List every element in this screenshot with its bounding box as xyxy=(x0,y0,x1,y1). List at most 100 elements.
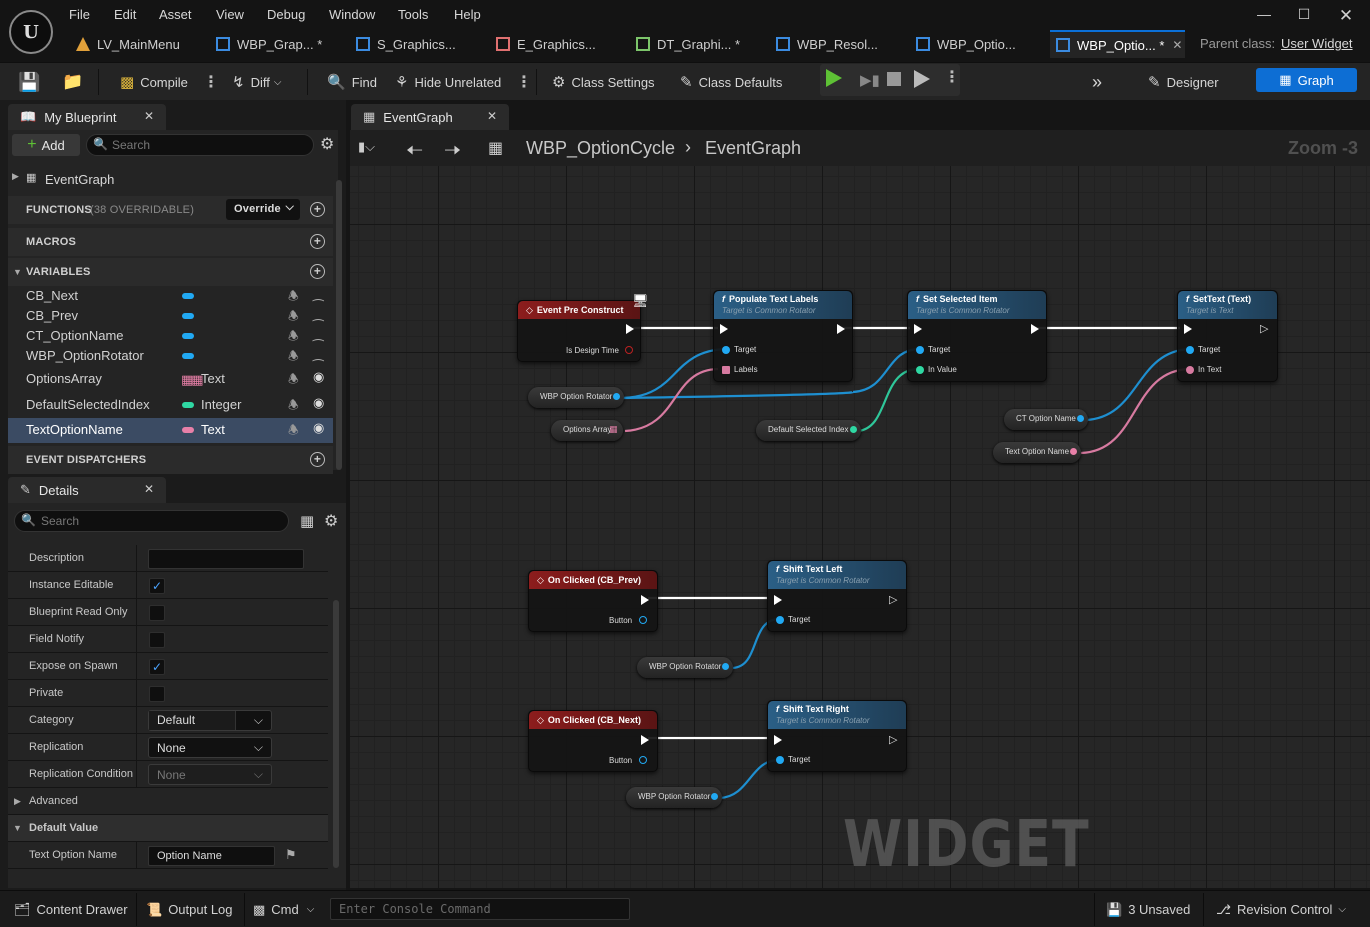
graph-mode-button[interactable]: ▦ Graph xyxy=(1256,68,1357,92)
eye-closed-icon[interactable]: ⁔ xyxy=(313,306,323,322)
bell-icon[interactable]: 🕭 xyxy=(288,421,299,442)
exec-out-pin[interactable]: ▷ xyxy=(889,593,897,606)
variables-section[interactable]: ▼ VARIABLES + xyxy=(8,258,333,286)
menu-view[interactable]: View xyxy=(216,7,244,22)
details-search-input[interactable]: 🔍 Search xyxy=(14,510,289,532)
exec-out-pin[interactable]: ▷ xyxy=(1260,322,1268,335)
tab-e-graphics[interactable]: E_Graphics... xyxy=(490,30,620,58)
set-selected-item-node[interactable]: f Set Selected Item Target is Common Rotat… xyxy=(907,290,1047,382)
advanced-section[interactable]: ▶ Advanced xyxy=(8,788,328,815)
in-value-pin[interactable] xyxy=(916,366,924,374)
wbp-option-rotator-getter[interactable]: WBP Option Rotator xyxy=(637,657,734,678)
wbp-option-rotator-getter[interactable]: WBP Option Rotator xyxy=(626,787,723,808)
flag-icon[interactable]: ⚑ xyxy=(285,847,297,863)
shift-text-left-node[interactable]: f Shift Text Left Target is Common Rotator… xyxy=(767,560,907,632)
default-selected-index-getter[interactable]: Default Selected Index xyxy=(756,420,861,441)
default-value-section[interactable]: ▼ Default Value xyxy=(8,815,328,842)
output-pin[interactable] xyxy=(1076,415,1084,422)
find-button[interactable]: 🔍 Find xyxy=(327,63,377,101)
close-tab-icon[interactable]: ✕ xyxy=(144,482,154,496)
add-variable-icon[interactable]: + xyxy=(310,264,325,279)
save-icon[interactable]: 💾 xyxy=(18,63,46,101)
variable-row[interactable]: OptionsArray ▦▦ Text 🕭 ◉ xyxy=(8,367,333,391)
graph-canvas[interactable]: ◇ Event Pre Construct Is Design Time 🖥 fP… xyxy=(350,166,1370,888)
bookmark-icon[interactable]: ▮⌵ xyxy=(358,139,375,155)
settings-gear-icon[interactable]: ⚙ xyxy=(320,134,334,154)
exec-out-pin[interactable] xyxy=(837,324,845,334)
blueprint-search-input[interactable]: 🔍 Search xyxy=(86,134,314,156)
diff-button[interactable]: ↯ Diff ⌵ xyxy=(232,63,281,101)
revision-control-button[interactable]: ⎇ Revision Control ⌵ xyxy=(1216,891,1346,927)
eye-closed-icon[interactable]: ⁔ xyxy=(313,326,323,342)
content-drawer-button[interactable]: 🗂 Content Drawer xyxy=(14,891,128,927)
menu-asset[interactable]: Asset xyxy=(159,7,192,22)
close-window-icon[interactable]: ✕ xyxy=(1336,6,1356,25)
variable-row[interactable]: DefaultSelectedIndex Integer 🕭 ◉ xyxy=(8,393,333,417)
tab-wbp-optio[interactable]: WBP_Optio... xyxy=(910,30,1040,58)
bell-icon[interactable]: 🕭 xyxy=(288,347,299,368)
eye-closed-icon[interactable]: ⁔ xyxy=(313,286,323,302)
settings-gear-icon[interactable]: ⚙ xyxy=(324,511,338,531)
target-pin[interactable] xyxy=(916,346,924,354)
simulate-icon[interactable] xyxy=(914,70,930,88)
text-option-name-getter[interactable]: Text Option Name xyxy=(993,442,1082,463)
in-text-pin[interactable] xyxy=(1186,366,1194,374)
blueprint-scrollbar[interactable] xyxy=(336,180,342,470)
unreal-logo-icon[interactable]: U xyxy=(9,10,53,54)
more-options-icon[interactable]: ⋮ xyxy=(516,72,532,92)
blueprint-read-only-checkbox[interactable] xyxy=(149,605,165,621)
output-pin[interactable] xyxy=(711,793,719,800)
event-dispatchers-section[interactable]: EVENT DISPATCHERS + xyxy=(8,446,333,474)
bool-pin[interactable] xyxy=(625,346,633,354)
console-command-input[interactable]: Enter Console Command xyxy=(330,898,630,920)
exec-out-pin[interactable]: ▷ xyxy=(889,733,897,746)
bell-icon[interactable]: 🕭 xyxy=(288,370,299,391)
menu-window[interactable]: Window xyxy=(329,7,375,22)
output-log-button[interactable]: 📜 Output Log xyxy=(146,891,233,927)
eye-icon[interactable]: ◉ xyxy=(313,395,324,411)
output-pin[interactable] xyxy=(1070,448,1078,455)
my-blueprint-tab[interactable]: 📖 My Blueprint ✕ xyxy=(8,104,166,130)
target-pin[interactable] xyxy=(776,756,784,764)
exec-out-pin[interactable] xyxy=(641,595,649,605)
exec-out-pin[interactable] xyxy=(626,324,634,334)
exec-in-pin[interactable] xyxy=(1184,324,1192,334)
compile-options-icon[interactable]: ⋮ xyxy=(203,72,219,92)
functions-section[interactable]: FUNCTIONS (38 OVERRIDABLE) Override ⌵ + xyxy=(8,196,333,224)
compile-button[interactable]: ▩ Compile xyxy=(120,63,188,101)
variable-row-selected[interactable]: TextOptionName Text 🕭 ◉ xyxy=(8,418,333,443)
menu-tools[interactable]: Tools xyxy=(398,7,428,22)
instance-editable-checkbox[interactable]: ✓ xyxy=(149,578,165,594)
tab-lv-mainmenu[interactable]: LV_MainMenu xyxy=(70,30,200,58)
hide-unrelated-button[interactable]: ⚘ Hide Unrelated xyxy=(395,63,501,101)
step-icon[interactable]: ▶▮ xyxy=(860,71,880,89)
array-grid-icon[interactable]: ▦ xyxy=(609,424,618,435)
target-pin[interactable] xyxy=(722,346,730,354)
output-pin[interactable] xyxy=(613,393,621,400)
exec-in-pin[interactable] xyxy=(774,595,782,605)
settext-node[interactable]: f SetText (Text) Target is Text ▷ Target I… xyxy=(1177,290,1278,382)
macros-section[interactable]: MACROS + xyxy=(8,228,333,256)
exec-in-pin[interactable] xyxy=(914,324,922,334)
exec-in-pin[interactable] xyxy=(774,735,782,745)
button-pin[interactable] xyxy=(639,756,647,764)
exec-out-pin[interactable] xyxy=(641,735,649,745)
eventgraph-tab[interactable]: ▦ EventGraph ✕ xyxy=(351,104,509,130)
variable-row[interactable]: WBP_OptionRotator 🕭 ⁔ xyxy=(8,344,333,368)
description-input[interactable] xyxy=(148,549,304,569)
target-pin[interactable] xyxy=(776,616,784,624)
tab-s-graphics[interactable]: S_Graphics... xyxy=(350,30,480,58)
replication-combo[interactable]: None ⌵ xyxy=(148,737,272,758)
menu-debug[interactable]: Debug xyxy=(267,7,305,22)
menu-help[interactable]: Help xyxy=(454,7,481,22)
expose-on-spawn-checkbox[interactable]: ✓ xyxy=(149,659,165,675)
wbp-option-rotator-getter[interactable]: WBP Option Rotator xyxy=(528,387,625,408)
bell-icon[interactable]: 🕭 xyxy=(288,396,299,417)
minimize-icon[interactable]: — xyxy=(1254,6,1274,24)
breadcrumb-asset[interactable]: WBP_OptionCycle xyxy=(526,138,675,159)
tab-wbp-resol[interactable]: WBP_Resol... xyxy=(770,30,900,58)
default-value-input[interactable]: Option Name xyxy=(148,846,275,866)
replication-condition-combo[interactable]: None ⌵ xyxy=(148,764,272,785)
field-notify-checkbox[interactable] xyxy=(149,632,165,648)
add-dispatcher-icon[interactable]: + xyxy=(310,452,325,467)
